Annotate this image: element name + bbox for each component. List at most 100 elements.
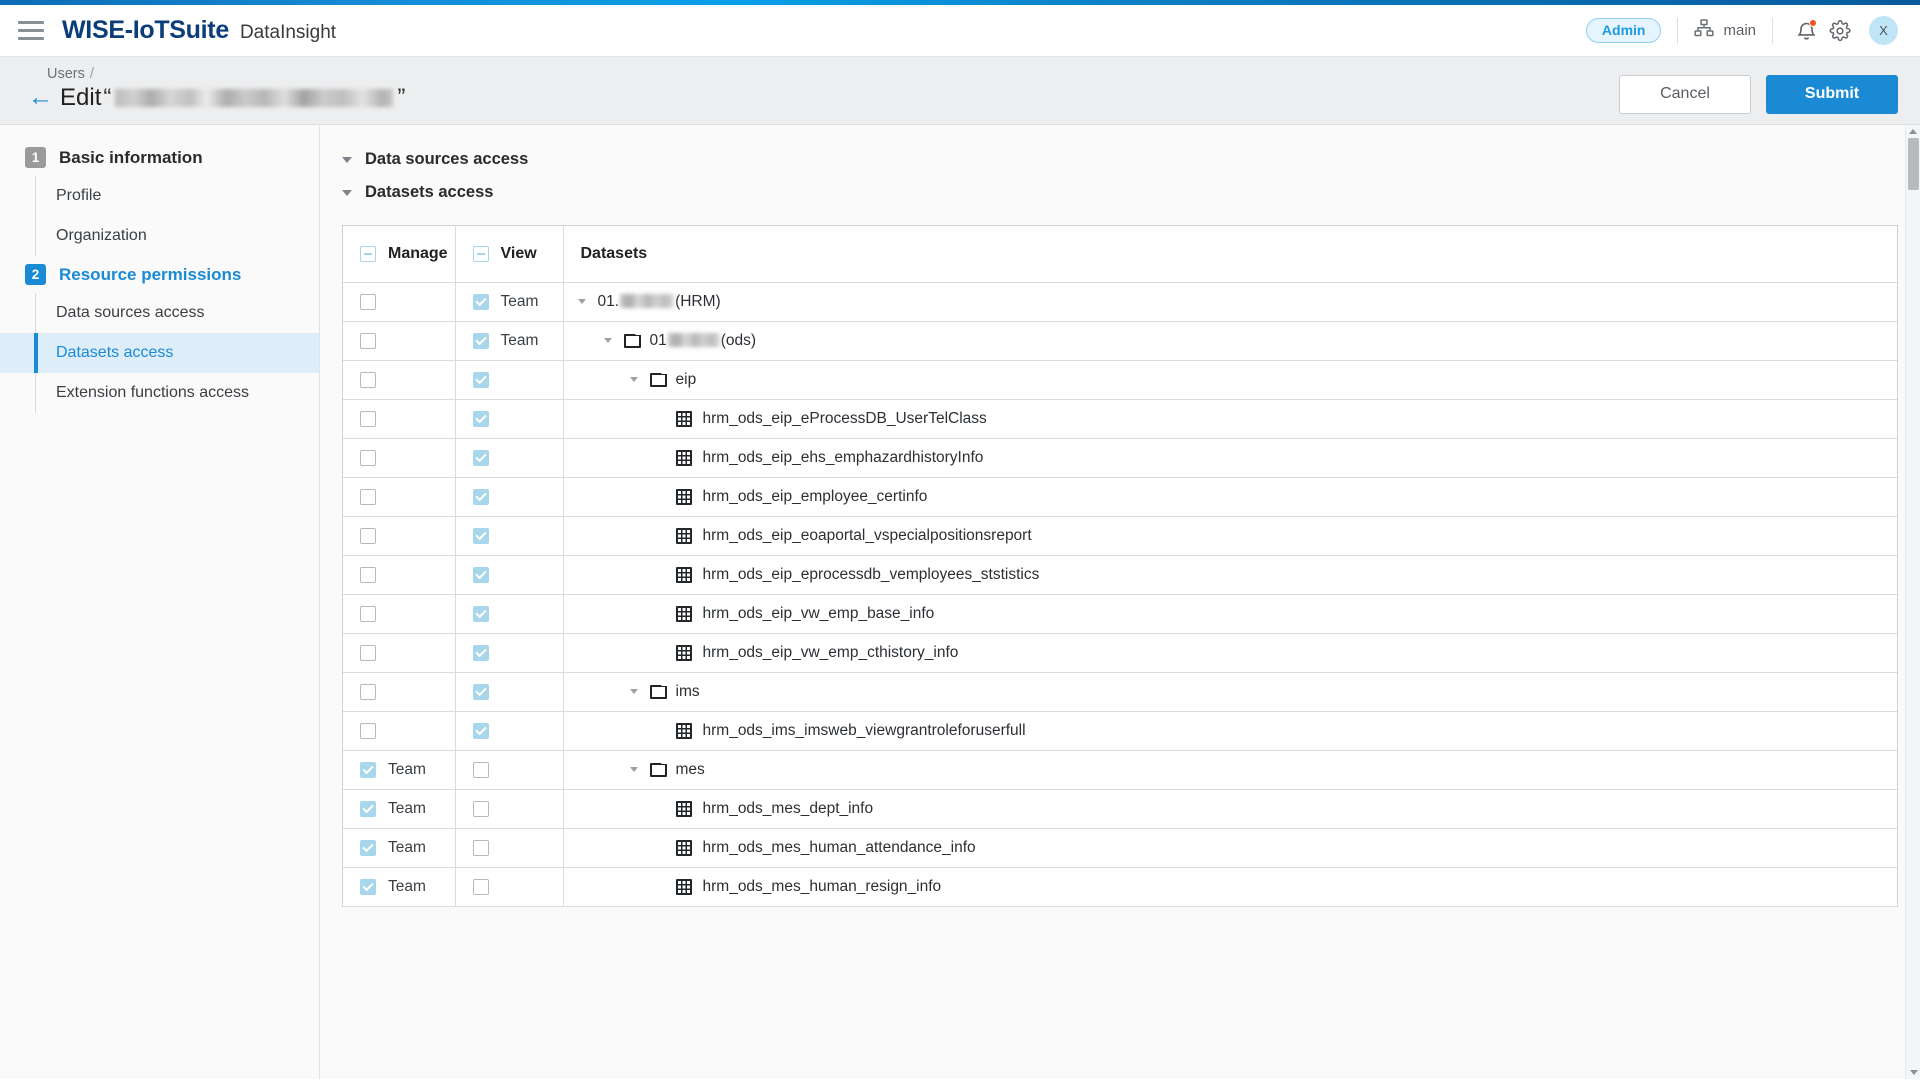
manage-checkbox[interactable] <box>360 332 376 349</box>
dataset-name[interactable]: hrm_ods_eip_vw_emp_cthistory_info <box>703 644 959 662</box>
hamburger-icon[interactable] <box>18 18 44 44</box>
dataset-name[interactable]: hrm_ods_mes_human_attendance_info <box>703 839 976 857</box>
dataset-name[interactable]: 01. (HRM) <box>598 293 721 311</box>
dataset-name[interactable]: hrm_ods_mes_human_resign_info <box>703 878 942 896</box>
sidebar-item-organization[interactable]: Organization <box>0 216 319 256</box>
chevron-down-icon[interactable] <box>342 156 352 163</box>
cell-manage <box>343 321 456 361</box>
row-expander-icon[interactable] <box>625 377 643 382</box>
view-checkbox[interactable] <box>472 644 489 661</box>
dataset-name[interactable]: hrm_ods_eip_eprocessdb_vemployees_ststis… <box>703 566 1040 584</box>
dataset-name[interactable]: eip <box>676 371 697 389</box>
manage-checkbox[interactable] <box>360 800 376 817</box>
manage-select-all-checkbox[interactable] <box>360 245 376 262</box>
folder-icon <box>649 762 667 777</box>
view-checkbox[interactable] <box>472 566 489 583</box>
view-scope-label: Team <box>500 292 539 310</box>
folder-icon <box>649 684 667 699</box>
sidebar-item-data-sources-access[interactable]: Data sources access <box>0 293 319 333</box>
row-expander-icon[interactable] <box>599 338 617 343</box>
view-checkbox[interactable] <box>472 449 489 466</box>
vertical-scrollbar[interactable] <box>1905 125 1920 1079</box>
back-arrow-icon[interactable]: ← <box>28 84 53 110</box>
view-select-all-checkbox[interactable] <box>472 245 489 262</box>
view-checkbox[interactable] <box>472 332 489 349</box>
manage-checkbox[interactable] <box>360 605 376 622</box>
row-expander-icon[interactable] <box>573 299 591 304</box>
cancel-button[interactable]: Cancel <box>1619 75 1751 114</box>
cell-dataset: hrm_ods_mes_dept_info <box>563 789 1897 829</box>
view-checkbox[interactable] <box>472 488 489 505</box>
dataset-name[interactable]: hrm_ods_mes_dept_info <box>703 800 874 818</box>
dataset-name[interactable]: hrm_ods_ims_imsweb_viewgrantroleforuserf… <box>703 722 1026 740</box>
view-checkbox[interactable] <box>472 761 489 778</box>
view-checkbox[interactable] <box>472 410 489 427</box>
submit-button[interactable]: Submit <box>1766 75 1898 114</box>
view-checkbox[interactable] <box>472 800 489 817</box>
bell-icon[interactable] <box>1789 14 1823 48</box>
manage-checkbox[interactable] <box>360 644 376 661</box>
manage-checkbox[interactable] <box>360 527 376 544</box>
role-badge[interactable]: Admin <box>1585 17 1662 44</box>
chevron-down-icon[interactable] <box>342 189 352 196</box>
manage-checkbox[interactable] <box>360 371 376 388</box>
cell-view <box>455 438 564 478</box>
breadcrumb-separator: / <box>89 66 94 82</box>
table-grid-icon <box>675 722 692 739</box>
view-checkbox[interactable] <box>472 293 489 310</box>
manage-checkbox[interactable] <box>360 839 376 856</box>
manage-checkbox[interactable] <box>360 722 376 739</box>
sidebar-item-datasets-access[interactable]: Datasets access <box>0 333 319 373</box>
view-checkbox[interactable] <box>472 683 489 700</box>
sidebar-step-resource-permissions[interactable]: 2 Resource permissions <box>0 256 319 293</box>
dataset-name[interactable]: 01 (ods) <box>650 332 757 350</box>
row-expander-icon[interactable] <box>625 767 643 772</box>
cell-dataset: hrm_ods_eip_eoaportal_vspecialpositionsr… <box>563 516 1897 556</box>
view-checkbox[interactable] <box>472 878 489 895</box>
sidebar-step-basic-information[interactable]: 1 Basic information <box>0 139 319 176</box>
manage-checkbox[interactable] <box>360 488 376 505</box>
section-datasets-access[interactable]: Datasets access <box>320 176 1920 209</box>
view-checkbox[interactable] <box>472 722 489 739</box>
dataset-name[interactable]: mes <box>676 761 705 779</box>
manage-checkbox[interactable] <box>360 410 376 427</box>
manage-checkbox[interactable] <box>360 293 376 310</box>
breadcrumb-users[interactable]: Users <box>47 66 85 82</box>
sidebar-item-profile[interactable]: Profile <box>0 176 319 216</box>
manage-checkbox[interactable] <box>360 566 376 583</box>
dataset-name[interactable]: ims <box>676 683 700 701</box>
scrollbar-thumb[interactable] <box>1907 138 1919 190</box>
app-logo[interactable]: WISE-IoTSuite DataInsight <box>62 16 336 45</box>
cell-view <box>455 594 564 634</box>
manage-checkbox[interactable] <box>360 878 376 895</box>
manage-checkbox[interactable] <box>360 449 376 466</box>
view-checkbox[interactable] <box>472 527 489 544</box>
quote-close: ” <box>397 84 406 111</box>
section-data-sources-access[interactable]: Data sources access <box>320 143 1920 176</box>
table-row: hrm_ods_eip_employee_certinfo <box>343 477 1897 517</box>
step-number-1: 1 <box>25 147 46 168</box>
manage-checkbox[interactable] <box>360 761 376 778</box>
dataset-name[interactable]: hrm_ods_eip_ehs_emphazardhistoryInfo <box>703 449 984 467</box>
scroll-up-arrow-icon[interactable] <box>1909 129 1917 134</box>
scroll-down-arrow-icon[interactable] <box>1909 1070 1918 1075</box>
dataset-name[interactable]: hrm_ods_eip_employee_certinfo <box>703 488 928 506</box>
row-expander-icon[interactable] <box>625 689 643 694</box>
view-checkbox[interactable] <box>472 605 489 622</box>
manage-checkbox[interactable] <box>360 683 376 700</box>
table-row: Team hrm_ods_mes_human_resign_info <box>343 867 1897 907</box>
org-selector[interactable]: main <box>1694 19 1756 42</box>
sidebar-item-extension-functions-access[interactable]: Extension functions access <box>0 373 319 413</box>
view-checkbox[interactable] <box>472 839 489 856</box>
view-checkbox[interactable] <box>472 371 489 388</box>
notification-dot <box>1809 18 1817 27</box>
column-header-datasets-label: Datasets <box>580 244 648 262</box>
avatar[interactable]: X <box>1869 16 1898 45</box>
table-row: ims <box>343 672 1897 712</box>
step-label-resource-permissions: Resource permissions <box>59 264 242 284</box>
gear-icon[interactable] <box>1823 14 1857 48</box>
dataset-name[interactable]: hrm_ods_eip_eProcessDB_UserTelClass <box>703 410 987 428</box>
dataset-name[interactable]: hrm_ods_eip_eoaportal_vspecialpositionsr… <box>703 527 1032 545</box>
cell-view <box>455 750 564 790</box>
dataset-name[interactable]: hrm_ods_eip_vw_emp_base_info <box>703 605 935 623</box>
